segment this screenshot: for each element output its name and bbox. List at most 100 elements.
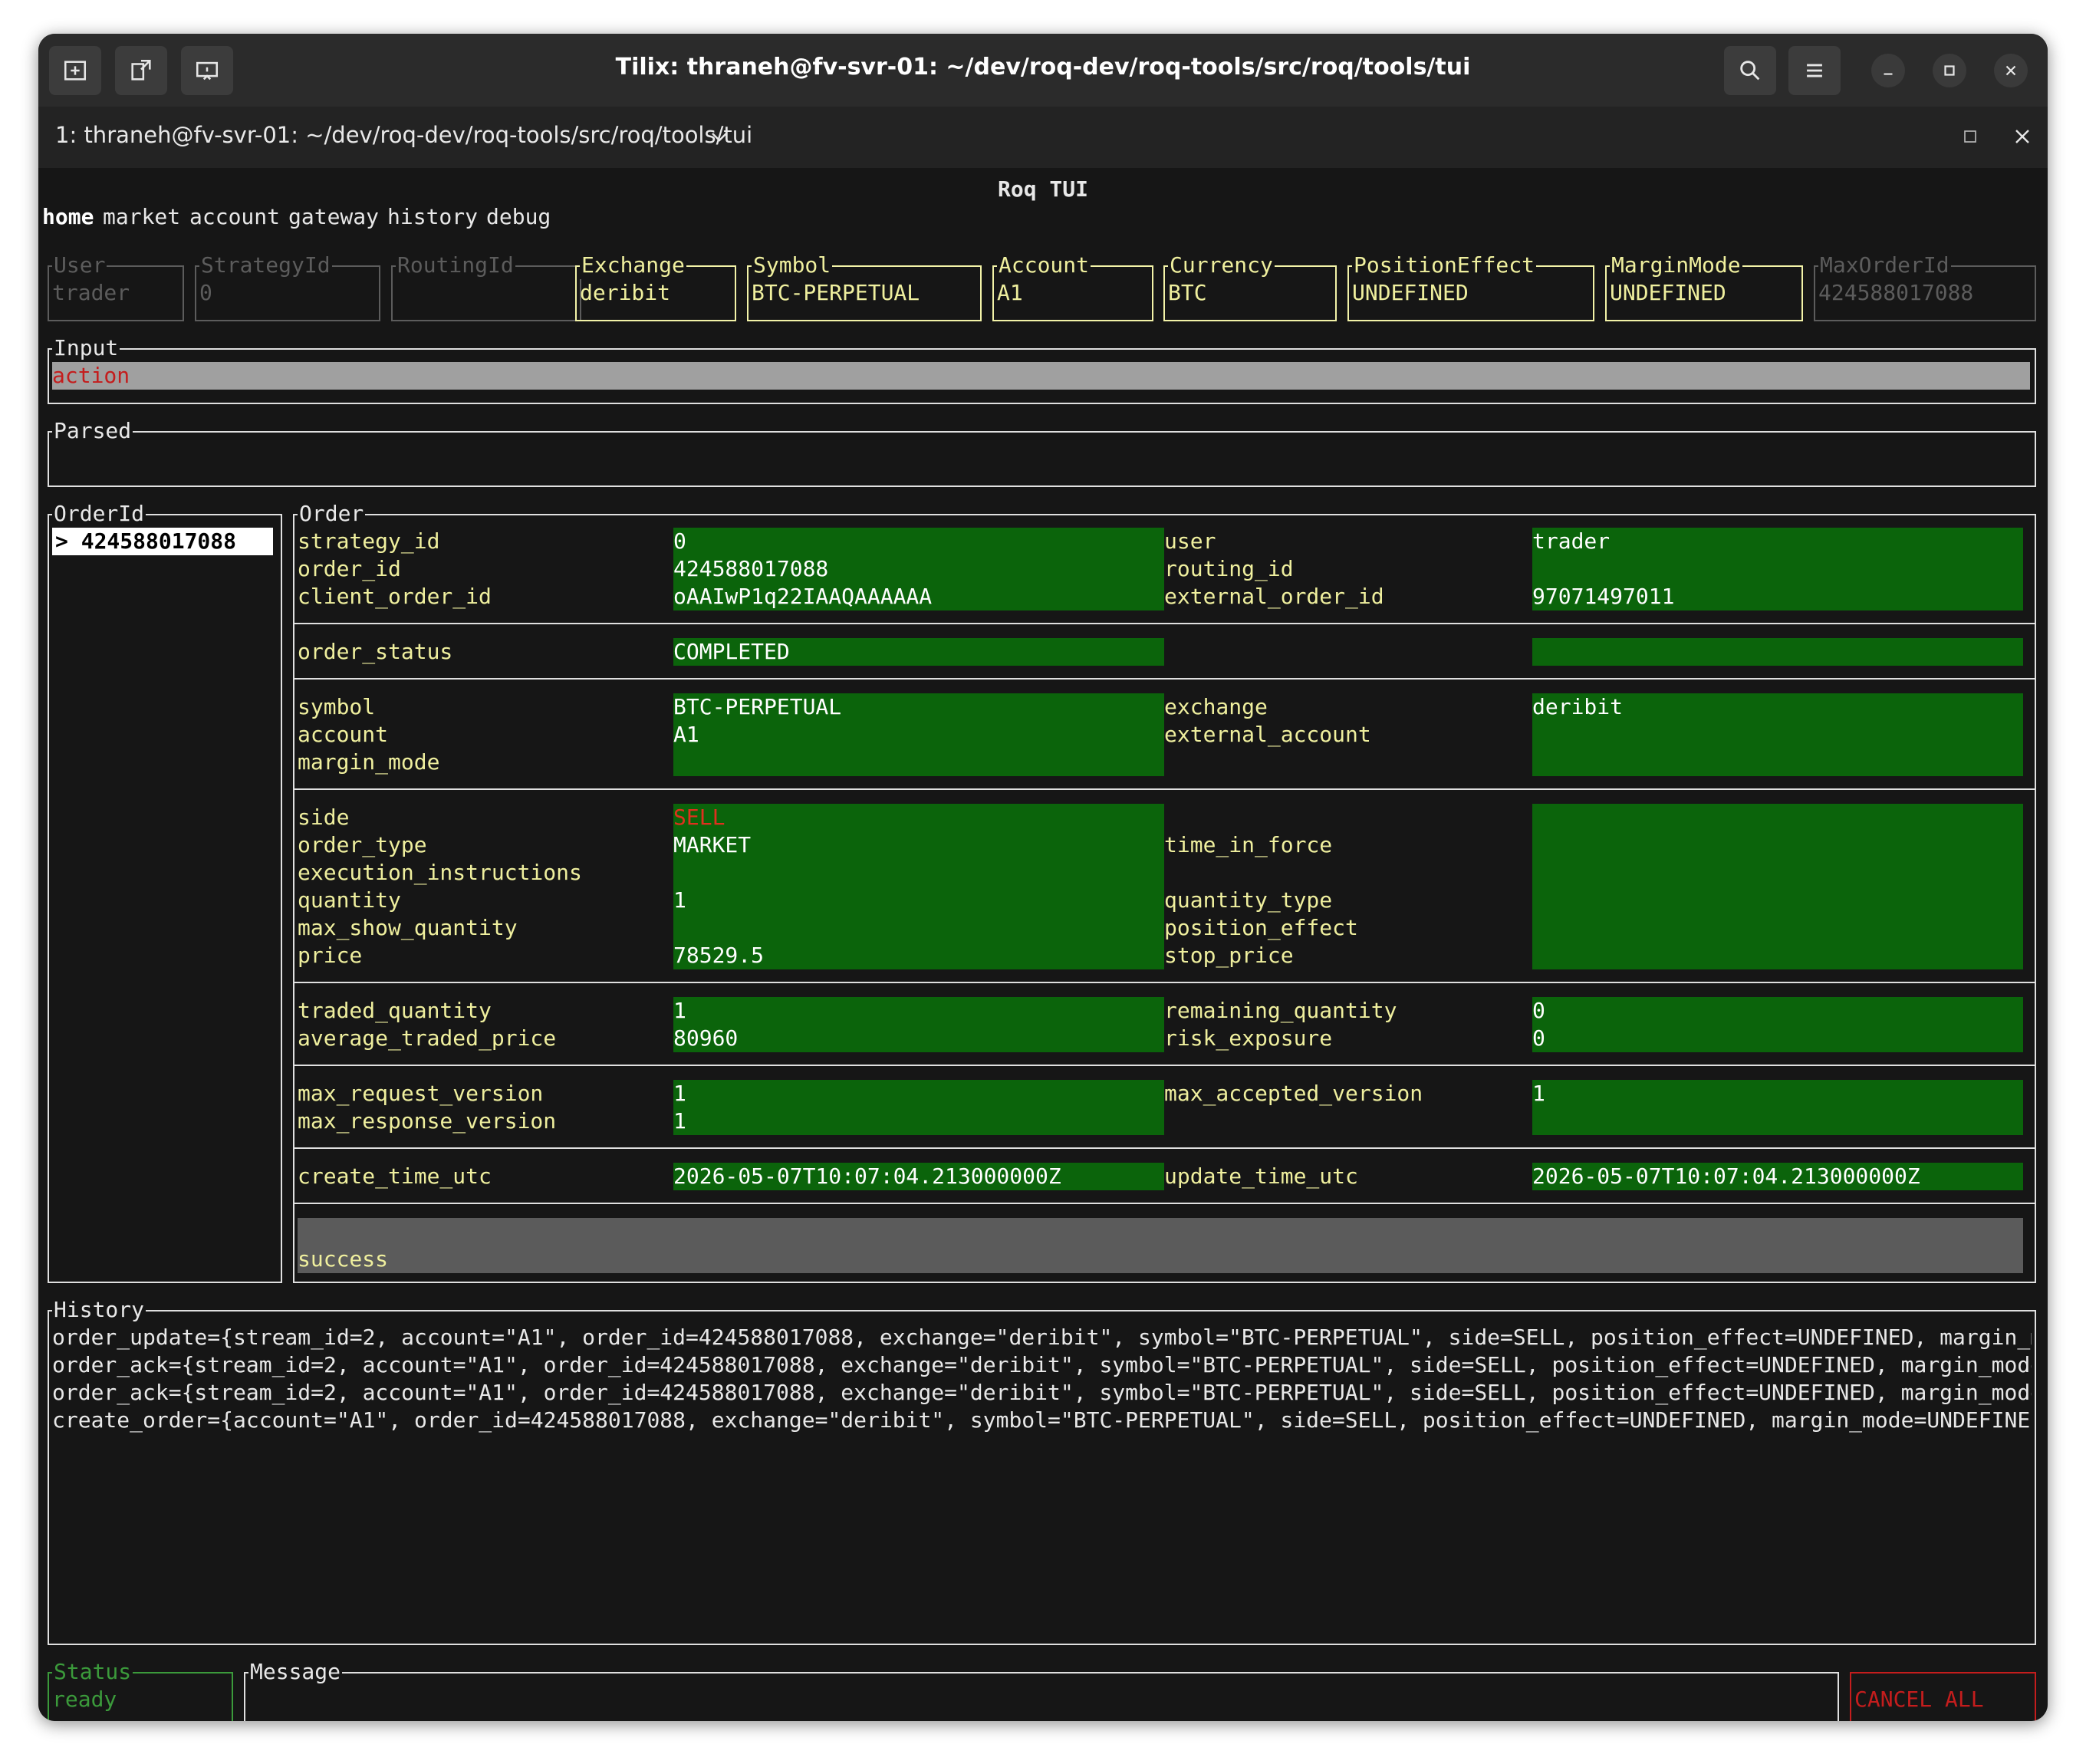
margin-mode-field[interactable]: MarginMode UNDEFINED bbox=[1605, 252, 1803, 321]
close-icon[interactable] bbox=[1994, 54, 2028, 87]
history-line: create_order={account="A1", order_id=424… bbox=[52, 1407, 2032, 1433]
history-line: order_ack={stream_id=2, account="A1", or… bbox=[52, 1352, 2032, 1377]
key-price: price bbox=[298, 943, 363, 968]
section-divider bbox=[294, 623, 2035, 624]
value-update-time-utc: 2026-05-07T10:07:04.213000000Z bbox=[1532, 1163, 1920, 1189]
session-title[interactable]: 1: thraneh@fv-svr-01: ~/dev/roq-dev/roq-… bbox=[55, 122, 752, 148]
session-close-icon[interactable] bbox=[2014, 128, 2031, 145]
value-user: trader bbox=[1532, 528, 1611, 554]
value-bg bbox=[673, 997, 1164, 1052]
session-maximize-icon[interactable] bbox=[1963, 130, 1977, 143]
value-bg bbox=[1532, 997, 2023, 1052]
menu-account[interactable]: account bbox=[189, 203, 280, 231]
currency-field[interactable]: Currency BTC bbox=[1163, 252, 1337, 321]
history-line: order_update={stream_id=2, account="A1",… bbox=[52, 1325, 2032, 1350]
value-strategy-id: 0 bbox=[673, 528, 686, 554]
key-strategy-id: strategy_id bbox=[298, 528, 440, 554]
key-position-effect: position_effect bbox=[1164, 915, 1358, 940]
value-remaining-quantity: 0 bbox=[1532, 998, 1545, 1023]
result-area: success bbox=[298, 1218, 2023, 1273]
key-update-time-utc: update_time_utc bbox=[1164, 1163, 1358, 1189]
value-bg bbox=[1532, 804, 2023, 969]
routing-id-field[interactable]: RoutingId bbox=[391, 252, 581, 321]
value-risk-exposure: 0 bbox=[1532, 1025, 1545, 1051]
section-divider bbox=[294, 1147, 2035, 1149]
value-bg bbox=[673, 1080, 1164, 1135]
value-client-order-id: oAAIwP1q22IAAQAAAAAA bbox=[673, 584, 933, 609]
key-max-show-quantity: max_show_quantity bbox=[298, 915, 518, 940]
section-divider bbox=[294, 982, 2035, 983]
value-traded-quantity: 1 bbox=[673, 998, 686, 1023]
key-max-accepted-version: max_accepted_version bbox=[1164, 1081, 1423, 1106]
value-average-traded-price: 80960 bbox=[673, 1025, 739, 1051]
user-field[interactable]: User trader bbox=[48, 252, 184, 321]
history-line: order_ack={stream_id=2, account="A1", or… bbox=[52, 1380, 2032, 1405]
key-create-time-utc: create_time_utc bbox=[298, 1163, 492, 1189]
session-tab-bar: 1: thraneh@fv-svr-01: ~/dev/roq-dev/roq-… bbox=[38, 107, 2048, 168]
key-quantity-type: quantity_type bbox=[1164, 887, 1333, 913]
key-order-id: order_id bbox=[298, 556, 401, 581]
key-order-status: order_status bbox=[298, 639, 453, 664]
strategy-id-field[interactable]: StrategyId 0 bbox=[195, 252, 380, 321]
menu-market[interactable]: market bbox=[103, 203, 180, 231]
value-symbol: BTC-PERPETUAL bbox=[673, 694, 842, 719]
history-list[interactable]: order_update={stream_id=2, account="A1",… bbox=[52, 1324, 2032, 1631]
value-max-accepted-version: 1 bbox=[1532, 1081, 1545, 1106]
menu-history[interactable]: history bbox=[387, 203, 478, 231]
key-exchange: exchange bbox=[1164, 694, 1268, 719]
key-max-request-version: max_request_version bbox=[298, 1081, 544, 1106]
symbol-field[interactable]: Symbol BTC-PERPETUAL bbox=[747, 252, 982, 321]
value-max-request-version: 1 bbox=[673, 1081, 686, 1106]
key-routing-id: routing_id bbox=[1164, 556, 1294, 581]
key-margin-mode: margin_mode bbox=[298, 749, 440, 775]
key-remaining-quantity: remaining_quantity bbox=[1164, 998, 1397, 1023]
key-execution-instructions: execution_instructions bbox=[298, 860, 582, 885]
terminal-content: Roq TUI home market account gateway hist… bbox=[38, 168, 2048, 1721]
title-bar: Tilix: thraneh@fv-svr-01: ~/dev/roq-dev/… bbox=[38, 34, 2048, 107]
hamburger-menu-icon[interactable] bbox=[1788, 46, 1841, 95]
value-external-order-id: 97071497011 bbox=[1532, 584, 1675, 609]
value-create-time-utc: 2026-05-07T10:07:04.213000000Z bbox=[673, 1163, 1061, 1189]
section-divider bbox=[294, 678, 2035, 680]
section-divider bbox=[294, 1203, 2035, 1204]
value-side: SELL bbox=[673, 805, 725, 830]
max-order-id-field: MaxOrderId 424588017088 bbox=[1814, 252, 2036, 321]
key-order-type: order_type bbox=[298, 832, 427, 857]
cancel-all-button[interactable]: CANCEL ALL bbox=[1850, 1672, 2036, 1721]
key-average-traded-price: average_traded_price bbox=[298, 1025, 557, 1051]
account-field[interactable]: Account A1 bbox=[992, 252, 1153, 321]
status-box: Status ready bbox=[48, 1658, 233, 1721]
status-value: ready bbox=[52, 1687, 117, 1712]
order-list-item[interactable]: > 424588017088 bbox=[52, 528, 273, 555]
position-effect-field[interactable]: PositionEffect UNDEFINED bbox=[1347, 252, 1594, 321]
key-user: user bbox=[1164, 528, 1216, 554]
exchange-field[interactable]: Exchange deribit bbox=[575, 252, 736, 321]
value-order-status: COMPLETED bbox=[673, 639, 790, 664]
key-traded-quantity: traded_quantity bbox=[298, 998, 492, 1023]
chevron-down-icon[interactable] bbox=[709, 130, 729, 145]
minimize-icon[interactable] bbox=[1871, 54, 1905, 87]
value-exchange: deribit bbox=[1532, 694, 1624, 719]
search-icon[interactable] bbox=[1724, 46, 1776, 95]
key-time-in-force: time_in_force bbox=[1164, 832, 1333, 857]
result-text: success bbox=[298, 1246, 389, 1272]
value-price: 78529.5 bbox=[673, 943, 765, 968]
history-panel: History order_update={stream_id=2, accou… bbox=[48, 1296, 2036, 1645]
input-field[interactable]: action bbox=[52, 362, 2030, 390]
menu-home[interactable]: home bbox=[42, 203, 94, 231]
key-quantity: quantity bbox=[298, 887, 401, 913]
section-divider bbox=[294, 788, 2035, 790]
menu-gateway[interactable]: gateway bbox=[288, 203, 379, 231]
value-quantity: 1 bbox=[673, 887, 686, 913]
key-account: account bbox=[298, 722, 389, 747]
maximize-icon[interactable] bbox=[1933, 54, 1966, 87]
value-max-response-version: 1 bbox=[673, 1108, 686, 1134]
value-bg bbox=[1532, 638, 2023, 666]
message-box: Message bbox=[244, 1658, 1839, 1721]
value-order-type: MARKET bbox=[673, 832, 752, 857]
section-divider bbox=[294, 1065, 2035, 1066]
order-panel: Order strategy_id 0 order_id 42458801708… bbox=[293, 500, 2036, 1283]
order-id-list: OrderId > 424588017088 bbox=[48, 500, 282, 1283]
input-box[interactable]: Input action bbox=[48, 334, 2036, 404]
menu-debug[interactable]: debug bbox=[486, 203, 551, 231]
